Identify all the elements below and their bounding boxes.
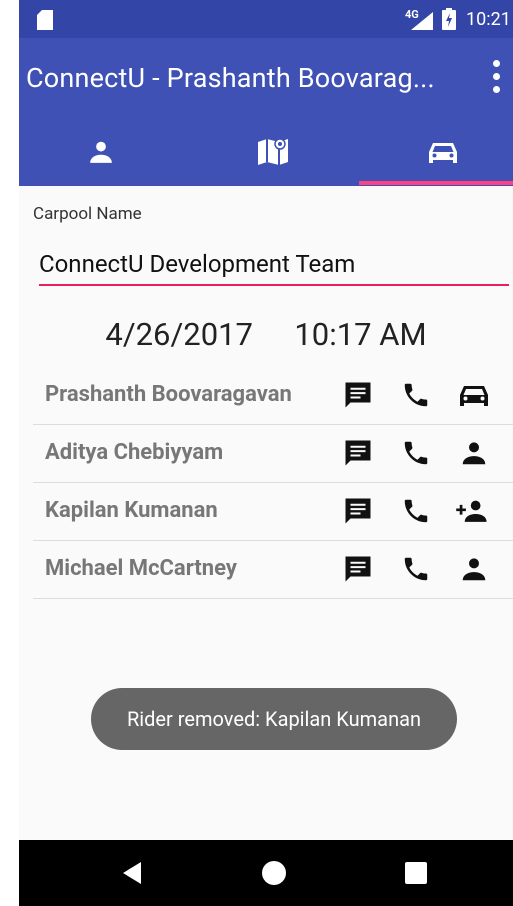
member-name: Michael McCartney — [45, 556, 237, 581]
message-icon[interactable] — [343, 496, 373, 526]
member-row: Aditya Chebiyyam — [33, 426, 513, 483]
member-name: Aditya Chebiyyam — [45, 440, 224, 465]
tab-map[interactable] — [191, 122, 355, 186]
sd-card-icon — [37, 10, 53, 34]
status-bar: 4G 10:21 — [19, 0, 513, 38]
message-icon[interactable] — [343, 380, 373, 410]
carpool-datetime: 4/26/2017 10:17 AM — [19, 316, 513, 353]
member-row: Prashanth Boovaragavan — [33, 368, 513, 425]
tab-bar — [19, 122, 513, 186]
row-divider — [33, 482, 513, 483]
overflow-menu-icon[interactable] — [491, 60, 501, 96]
app-title: ConnectU - Prashanth Boovarag... — [26, 62, 435, 94]
member-row: Michael McCartney — [33, 542, 513, 599]
member-row: Kapilan Kumanan — [33, 484, 513, 541]
navigation-bar — [19, 840, 513, 906]
back-icon[interactable] — [117, 858, 147, 888]
person-icon — [88, 139, 114, 169]
member-name: Prashanth Boovaragavan — [45, 382, 292, 407]
person-icon[interactable] — [459, 438, 489, 468]
tab-carpool[interactable] — [361, 122, 513, 186]
tab-profile[interactable] — [19, 122, 183, 186]
message-icon[interactable] — [343, 554, 373, 584]
carpool-name-label: Carpool Name — [33, 204, 142, 224]
signal-icon — [411, 12, 433, 34]
app-bar: ConnectU - Prashanth Boovarag... — [19, 38, 513, 122]
battery-icon — [442, 8, 456, 34]
carpool-time[interactable]: 10:17 AM — [294, 316, 426, 353]
carpool-date[interactable]: 4/26/2017 — [105, 316, 253, 353]
phone-icon[interactable] — [401, 380, 431, 410]
map-icon — [256, 136, 290, 172]
home-icon[interactable] — [259, 858, 289, 888]
message-icon[interactable] — [343, 438, 373, 468]
phone-icon[interactable] — [401, 496, 431, 526]
row-divider — [33, 424, 513, 425]
carpool-content: Carpool Name ConnectU Development Team 4… — [19, 186, 513, 840]
row-divider — [33, 598, 513, 599]
recents-icon[interactable] — [401, 858, 431, 888]
car-icon — [428, 139, 458, 169]
row-divider — [33, 540, 513, 541]
car-icon[interactable] — [459, 380, 489, 410]
carpool-name-underline — [39, 284, 509, 286]
toast: Rider removed: Kapilan Kumanan — [91, 688, 457, 750]
app-screen: 4G 10:21 ConnectU - Prashanth Boovarag..… — [19, 0, 513, 906]
phone-icon[interactable] — [401, 554, 431, 584]
tab-indicator — [359, 181, 513, 185]
person-icon[interactable] — [459, 554, 489, 584]
toast-message: Rider removed: Kapilan Kumanan — [126, 707, 422, 731]
clock: 10:21 — [466, 9, 511, 30]
carpool-name-field[interactable]: ConnectU Development Team — [39, 250, 355, 278]
person-add-icon[interactable] — [455, 496, 487, 526]
member-name: Kapilan Kumanan — [45, 498, 218, 523]
phone-icon[interactable] — [401, 438, 431, 468]
